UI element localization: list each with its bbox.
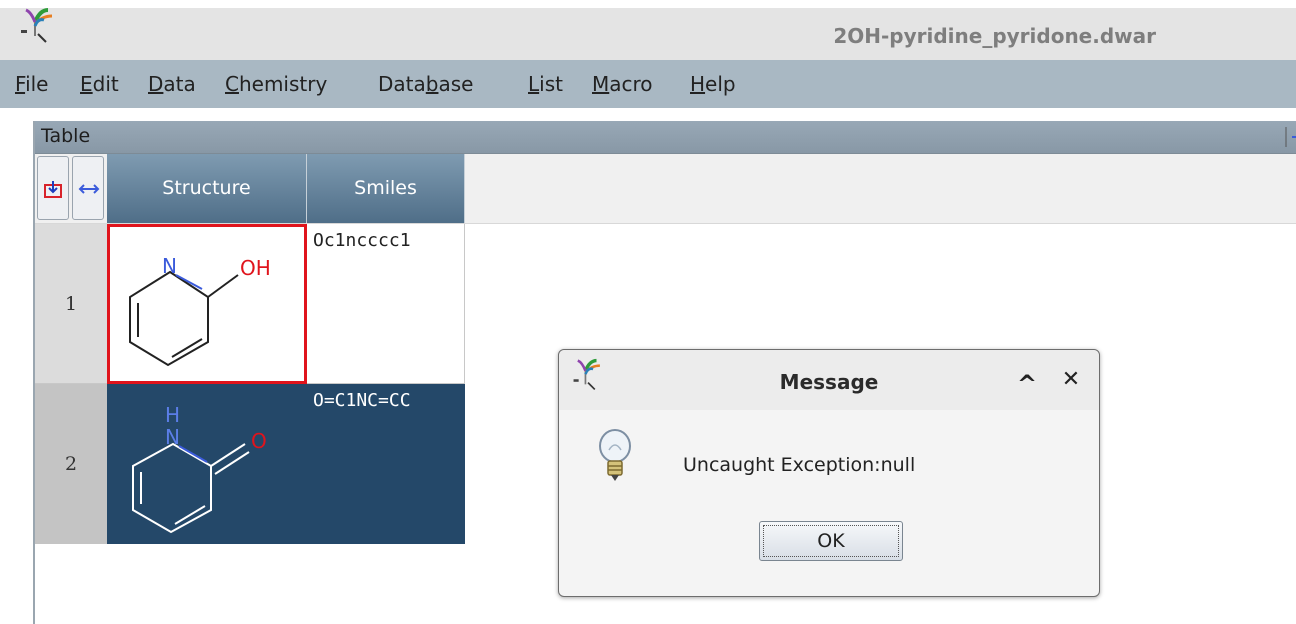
panel-divider-icon [1285, 127, 1296, 147]
column-header-bar: Structure Smiles [35, 154, 1296, 224]
row-number-2[interactable]: 2 [35, 384, 107, 544]
menu-database[interactable]: Database [378, 72, 473, 96]
dialog-titlebar[interactable]: Message ^ ✕ [559, 350, 1099, 410]
menu-list[interactable]: List [528, 72, 563, 96]
molecule-2-hydroxypyridine: N OH [129, 254, 271, 367]
ok-button-label: OK [763, 525, 899, 557]
close-icon[interactable]: ✕ [1059, 368, 1083, 392]
smiles-text: O=C1NC=CC [313, 390, 411, 411]
column-header-smiles[interactable]: Smiles [307, 154, 465, 223]
atom-label-o: O [251, 429, 267, 453]
menu-edit[interactable]: Edit [80, 72, 119, 96]
smiles-text: Oc1ncccc1 [313, 230, 411, 251]
atom-label-h: H [165, 403, 180, 427]
structure-cell-row-1[interactable]: N OH [107, 224, 307, 384]
message-dialog: Message ^ ✕ Uncaught Exception:null OK [558, 349, 1100, 597]
menu-file[interactable]: File [15, 72, 48, 96]
lightbulb-icon [599, 429, 631, 481]
window-title: 2OH-pyridine_pyridone.dwar [833, 24, 1156, 48]
atom-label-n: N [162, 254, 177, 278]
column-header-structure[interactable]: Structure [107, 154, 307, 223]
dialog-message: Uncaught Exception:null [683, 454, 916, 476]
expand-columns-button[interactable] [72, 156, 104, 220]
menu-bar: File Edit Data Chemistry Database List M… [0, 60, 1296, 108]
table-panel-header[interactable]: Table [35, 121, 1296, 154]
menu-data[interactable]: Data [148, 72, 196, 96]
smiles-cell-row-2[interactable]: O=C1NC=CC [307, 384, 465, 544]
smiles-cell-row-1[interactable]: Oc1ncccc1 [307, 224, 465, 384]
row-number-1[interactable]: 1 [35, 224, 107, 384]
panel-title: Table [41, 125, 91, 147]
ok-button[interactable]: OK [759, 521, 903, 561]
menu-macro[interactable]: Macro [592, 72, 653, 96]
atom-label-oh: OH [240, 256, 271, 280]
menu-help[interactable]: Help [690, 72, 736, 96]
horizontal-arrows-icon [78, 184, 100, 194]
minimize-icon[interactable]: ^ [1015, 372, 1039, 396]
menu-chemistry[interactable]: Chemistry [225, 72, 327, 96]
download-arrow-icon [44, 181, 62, 198]
collapse-rows-button[interactable] [37, 156, 69, 220]
atom-label-n: N [165, 425, 180, 449]
molecule-2-pyridone: H N O [132, 403, 267, 534]
structure-cell-row-2[interactable]: H N O [107, 384, 307, 544]
app-logo-icon [21, 8, 53, 43]
window-titlebar: 2OH-pyridine_pyridone.dwar [0, 8, 1296, 60]
